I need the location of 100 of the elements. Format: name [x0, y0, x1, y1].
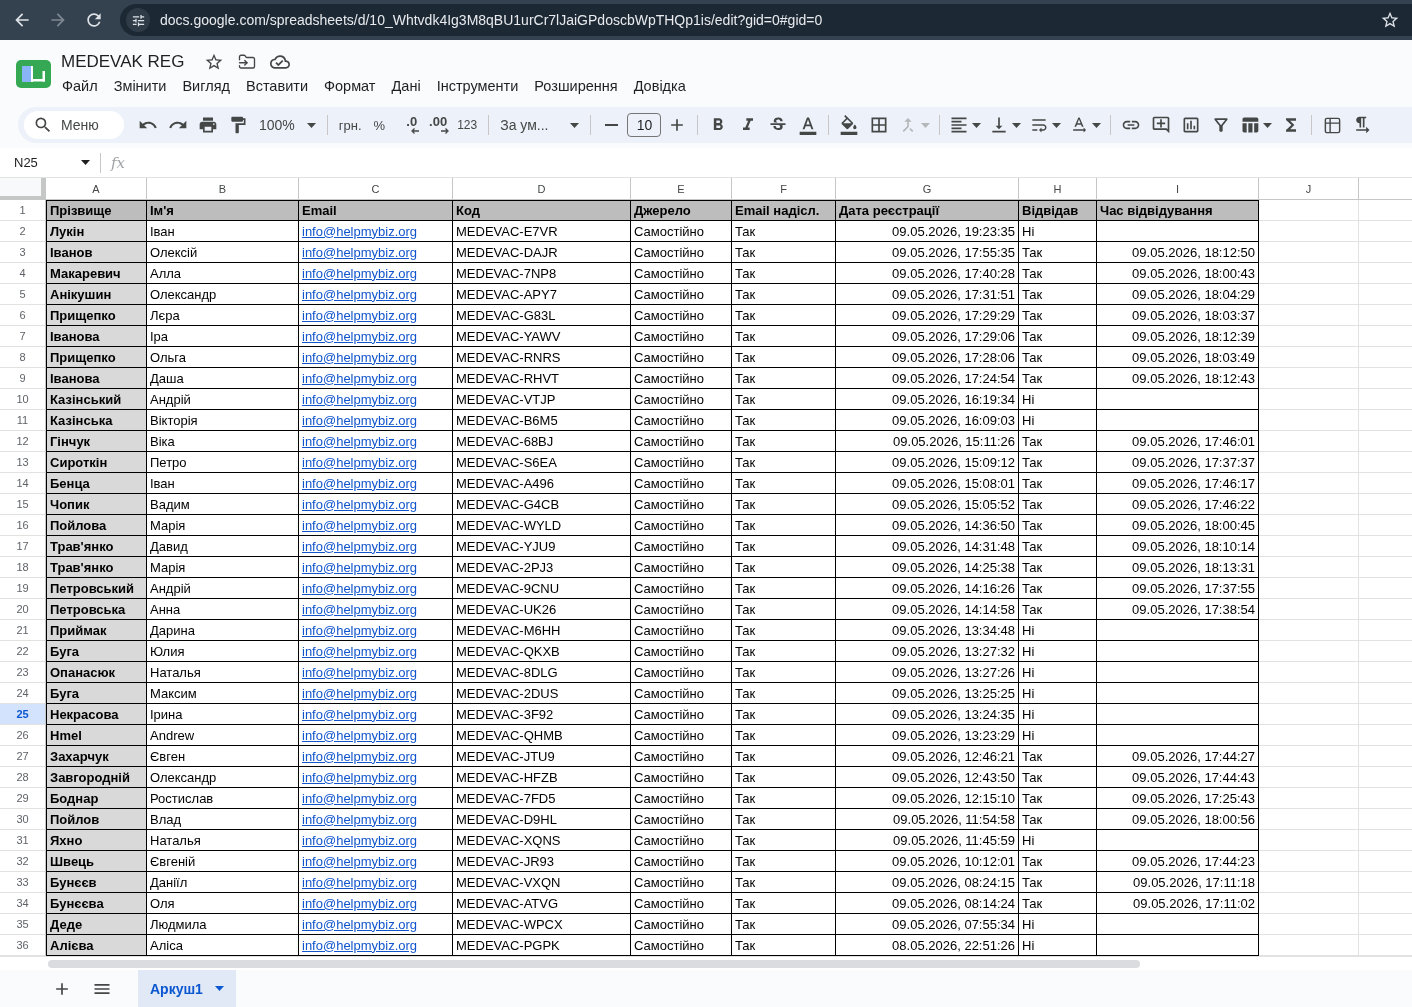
- column-letter[interactable]: H: [1019, 178, 1097, 200]
- email-link[interactable]: info@helpmybiz.org: [302, 622, 418, 638]
- email-link[interactable]: info@helpmybiz.org: [302, 685, 418, 701]
- cloud-status-button[interactable]: [270, 52, 291, 72]
- column-letter[interactable]: C: [299, 178, 453, 200]
- row-number[interactable]: 12: [0, 431, 46, 452]
- increase-decimal-button[interactable]: .00: [422, 111, 451, 139]
- email-link[interactable]: info@helpmybiz.org: [302, 559, 418, 575]
- menu-item[interactable]: Довідка: [625, 76, 694, 96]
- menu-item[interactable]: Розширення: [526, 76, 626, 96]
- email-link[interactable]: info@helpmybiz.org: [302, 937, 418, 953]
- menu-item[interactable]: Змінити: [105, 76, 175, 96]
- row-number[interactable]: 10: [0, 389, 46, 410]
- email-link[interactable]: info@helpmybiz.org: [302, 475, 418, 491]
- email-link[interactable]: info@helpmybiz.org: [302, 664, 418, 680]
- menu-item[interactable]: Дані: [383, 76, 429, 96]
- column-letter[interactable]: G: [836, 178, 1019, 200]
- row-number[interactable]: 2: [0, 221, 46, 242]
- menu-item[interactable]: Вставити: [237, 76, 316, 96]
- column-letter[interactable]: D: [453, 178, 631, 200]
- email-link[interactable]: info@helpmybiz.org: [302, 265, 418, 281]
- row-number[interactable]: 26: [0, 725, 46, 746]
- row-number[interactable]: 29: [0, 788, 46, 809]
- row-number[interactable]: 3: [0, 242, 46, 263]
- font-dropdown[interactable]: За ум...: [495, 111, 585, 139]
- column-letter[interactable]: A: [46, 178, 147, 200]
- row-number[interactable]: 28: [0, 767, 46, 788]
- email-link[interactable]: info@helpmybiz.org: [302, 328, 418, 344]
- row-number[interactable]: 30: [0, 809, 46, 830]
- menu-search-field[interactable]: Меню: [24, 111, 124, 139]
- menu-item[interactable]: Формат: [316, 76, 384, 96]
- row-number[interactable]: 20: [0, 599, 46, 620]
- site-settings-button[interactable]: [126, 8, 150, 32]
- email-link[interactable]: info@helpmybiz.org: [302, 307, 418, 323]
- email-link[interactable]: info@helpmybiz.org: [302, 433, 418, 449]
- email-link[interactable]: info@helpmybiz.org: [302, 580, 418, 596]
- column-letter[interactable]: B: [147, 178, 299, 200]
- zoom-dropdown[interactable]: 100%: [254, 111, 321, 139]
- row-number[interactable]: 9: [0, 368, 46, 389]
- email-link[interactable]: info@helpmybiz.org: [302, 748, 418, 764]
- column-letter[interactable]: F: [732, 178, 836, 200]
- email-link[interactable]: info@helpmybiz.org: [302, 874, 418, 890]
- email-link[interactable]: info@helpmybiz.org: [302, 643, 418, 659]
- font-size-field[interactable]: 10: [627, 113, 662, 137]
- row-number[interactable]: 22: [0, 641, 46, 662]
- row-number[interactable]: 17: [0, 536, 46, 557]
- sheet-tab[interactable]: Аркуш1: [138, 970, 236, 1007]
- row-number[interactable]: 1: [0, 200, 46, 221]
- email-link[interactable]: info@helpmybiz.org: [302, 601, 418, 617]
- bookmark-button[interactable]: [1380, 10, 1400, 30]
- column-letter[interactable]: I: [1097, 178, 1259, 200]
- row-number[interactable]: 33: [0, 872, 46, 893]
- email-link[interactable]: info@helpmybiz.org: [302, 391, 418, 407]
- row-number[interactable]: 14: [0, 473, 46, 494]
- row-number[interactable]: 8: [0, 347, 46, 368]
- menu-item[interactable]: Файл: [54, 76, 106, 96]
- row-number[interactable]: 5: [0, 284, 46, 305]
- email-link[interactable]: info@helpmybiz.org: [302, 244, 418, 260]
- column-letter[interactable]: E: [631, 178, 732, 200]
- row-number[interactable]: 18: [0, 557, 46, 578]
- row-number[interactable]: 32: [0, 851, 46, 872]
- row-number[interactable]: 34: [0, 893, 46, 914]
- email-link[interactable]: info@helpmybiz.org: [302, 454, 418, 470]
- scrollbar-thumb[interactable]: [48, 959, 1140, 968]
- email-link[interactable]: info@helpmybiz.org: [302, 727, 418, 743]
- document-title[interactable]: MEDEVAK REG: [61, 50, 185, 74]
- row-number[interactable]: 23: [0, 662, 46, 683]
- menu-item[interactable]: Інструменти: [428, 76, 527, 96]
- row-number[interactable]: 11: [0, 410, 46, 431]
- row-number[interactable]: 7: [0, 326, 46, 347]
- email-link[interactable]: info@helpmybiz.org: [302, 517, 418, 533]
- email-link[interactable]: info@helpmybiz.org: [302, 832, 418, 848]
- email-link[interactable]: info@helpmybiz.org: [302, 811, 418, 827]
- email-link[interactable]: info@helpmybiz.org: [302, 223, 418, 239]
- email-link[interactable]: info@helpmybiz.org: [302, 706, 418, 722]
- email-link[interactable]: info@helpmybiz.org: [302, 790, 418, 806]
- row-number[interactable]: 16: [0, 515, 46, 536]
- email-link[interactable]: info@helpmybiz.org: [302, 538, 418, 554]
- move-button[interactable]: [238, 53, 257, 71]
- row-number[interactable]: 27: [0, 746, 46, 767]
- email-link[interactable]: info@helpmybiz.org: [302, 370, 418, 386]
- percent-button[interactable]: %: [368, 111, 391, 139]
- row-number[interactable]: 21: [0, 620, 46, 641]
- row-number[interactable]: 19: [0, 578, 46, 599]
- row-number[interactable]: 24: [0, 683, 46, 704]
- column-letter[interactable]: J: [1259, 178, 1359, 200]
- row-number[interactable]: 36: [0, 935, 46, 956]
- name-box[interactable]: N25: [0, 150, 100, 175]
- spreadsheet-logo[interactable]: [16, 60, 51, 88]
- row-number[interactable]: 4: [0, 263, 46, 284]
- row-number[interactable]: 31: [0, 830, 46, 851]
- row-number[interactable]: 15: [0, 494, 46, 515]
- email-link[interactable]: info@helpmybiz.org: [302, 412, 418, 428]
- row-number[interactable]: 25: [0, 704, 46, 725]
- address-bar[interactable]: docs.google.com/spreadsheets/d/10_Whtvdk4Ig3M8qBU1urCr7lJaiGPdoscbWpTHQp1is/edit?gid=0#gid=0: [120, 4, 1412, 36]
- email-link[interactable]: info@helpmybiz.org: [302, 853, 418, 869]
- email-link[interactable]: info@helpmybiz.org: [302, 916, 418, 932]
- menu-item[interactable]: Вигляд: [174, 76, 238, 96]
- row-number[interactable]: 13: [0, 452, 46, 473]
- currency-button[interactable]: грн.: [333, 111, 367, 139]
